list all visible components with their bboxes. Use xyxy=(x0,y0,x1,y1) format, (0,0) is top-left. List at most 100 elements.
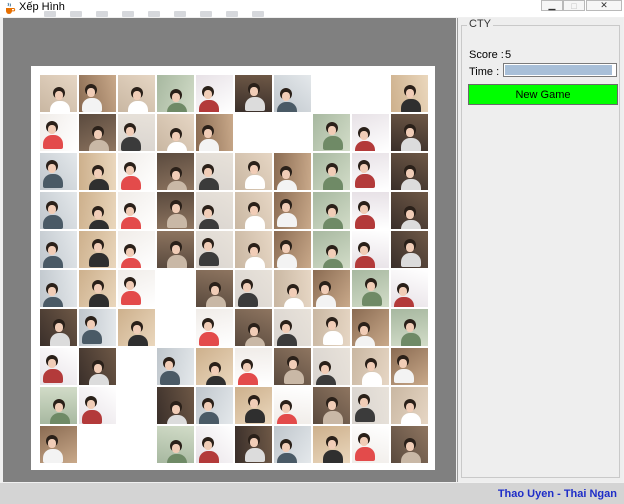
puzzle-tile[interactable] xyxy=(78,386,117,425)
empty-cell[interactable] xyxy=(273,113,312,152)
puzzle-tile[interactable] xyxy=(234,74,273,113)
puzzle-tile[interactable] xyxy=(234,308,273,347)
puzzle-tile[interactable] xyxy=(390,152,429,191)
puzzle-tile[interactable] xyxy=(390,386,429,425)
puzzle-tile[interactable] xyxy=(78,230,117,269)
maximize-button[interactable]: □ xyxy=(563,0,585,11)
empty-cell[interactable] xyxy=(156,308,195,347)
puzzle-tile[interactable] xyxy=(39,152,78,191)
empty-cell[interactable] xyxy=(117,347,156,386)
puzzle-tile[interactable] xyxy=(78,152,117,191)
empty-cell[interactable] xyxy=(234,113,273,152)
puzzle-tile[interactable] xyxy=(390,425,429,464)
puzzle-tile[interactable] xyxy=(312,308,351,347)
puzzle-tile[interactable] xyxy=(39,269,78,308)
puzzle-tile[interactable] xyxy=(39,425,78,464)
puzzle-tile[interactable] xyxy=(234,425,273,464)
puzzle-tile[interactable] xyxy=(39,191,78,230)
puzzle-tile[interactable] xyxy=(156,152,195,191)
puzzle-tile[interactable] xyxy=(351,386,390,425)
empty-cell[interactable] xyxy=(156,269,195,308)
puzzle-tile[interactable] xyxy=(234,386,273,425)
puzzle-tile[interactable] xyxy=(156,74,195,113)
puzzle-tile[interactable] xyxy=(117,308,156,347)
puzzle-tile[interactable] xyxy=(195,152,234,191)
empty-cell[interactable] xyxy=(78,425,117,464)
puzzle-tile[interactable] xyxy=(156,191,195,230)
puzzle-tile[interactable] xyxy=(195,74,234,113)
puzzle-tile[interactable] xyxy=(273,386,312,425)
puzzle-tile[interactable] xyxy=(390,230,429,269)
empty-cell[interactable] xyxy=(117,386,156,425)
puzzle-tile[interactable] xyxy=(195,191,234,230)
puzzle-tile[interactable] xyxy=(351,230,390,269)
puzzle-tile[interactable] xyxy=(195,347,234,386)
puzzle-tile[interactable] xyxy=(117,230,156,269)
puzzle-tile[interactable] xyxy=(312,269,351,308)
puzzle-tile[interactable] xyxy=(273,269,312,308)
minimize-button[interactable]: ▁ xyxy=(541,0,563,11)
empty-cell[interactable] xyxy=(117,425,156,464)
puzzle-tile[interactable] xyxy=(156,425,195,464)
puzzle-tile[interactable] xyxy=(390,308,429,347)
puzzle-tile[interactable] xyxy=(234,191,273,230)
empty-cell[interactable] xyxy=(351,74,390,113)
puzzle-tile[interactable] xyxy=(39,386,78,425)
puzzle-tile[interactable] xyxy=(39,347,78,386)
puzzle-tile[interactable] xyxy=(156,113,195,152)
puzzle-tile[interactable] xyxy=(78,269,117,308)
puzzle-tile[interactable] xyxy=(195,269,234,308)
puzzle-tile[interactable] xyxy=(312,230,351,269)
puzzle-tile[interactable] xyxy=(234,269,273,308)
puzzle-tile[interactable] xyxy=(78,347,117,386)
puzzle-tile[interactable] xyxy=(78,113,117,152)
puzzle-tile[interactable] xyxy=(117,191,156,230)
puzzle-tile[interactable] xyxy=(195,386,234,425)
empty-cell[interactable] xyxy=(312,74,351,113)
puzzle-tile[interactable] xyxy=(39,74,78,113)
puzzle-tile[interactable] xyxy=(39,230,78,269)
puzzle-tile[interactable] xyxy=(351,347,390,386)
puzzle-tile[interactable] xyxy=(156,230,195,269)
puzzle-tile[interactable] xyxy=(156,386,195,425)
puzzle-tile[interactable] xyxy=(390,347,429,386)
puzzle-tile[interactable] xyxy=(234,152,273,191)
puzzle-tile[interactable] xyxy=(312,425,351,464)
puzzle-tile[interactable] xyxy=(390,113,429,152)
puzzle-tile[interactable] xyxy=(273,230,312,269)
puzzle-tile[interactable] xyxy=(390,191,429,230)
puzzle-tile[interactable] xyxy=(273,152,312,191)
puzzle-tile[interactable] xyxy=(78,191,117,230)
puzzle-tile[interactable] xyxy=(195,113,234,152)
puzzle-tile[interactable] xyxy=(312,152,351,191)
puzzle-tile[interactable] xyxy=(390,269,429,308)
puzzle-tile[interactable] xyxy=(351,191,390,230)
puzzle-tile[interactable] xyxy=(117,74,156,113)
puzzle-tile[interactable] xyxy=(273,74,312,113)
puzzle-tile[interactable] xyxy=(78,308,117,347)
puzzle-tile[interactable] xyxy=(78,74,117,113)
puzzle-tile[interactable] xyxy=(39,308,78,347)
puzzle-tile[interactable] xyxy=(117,269,156,308)
puzzle-tile[interactable] xyxy=(195,308,234,347)
puzzle-tile[interactable] xyxy=(351,269,390,308)
puzzle-tile[interactable] xyxy=(390,74,429,113)
puzzle-tile[interactable] xyxy=(234,230,273,269)
puzzle-tile[interactable] xyxy=(351,425,390,464)
puzzle-tile[interactable] xyxy=(273,308,312,347)
puzzle-tile[interactable] xyxy=(351,308,390,347)
puzzle-tile[interactable] xyxy=(117,113,156,152)
puzzle-tile[interactable] xyxy=(234,347,273,386)
puzzle-tile[interactable] xyxy=(195,230,234,269)
puzzle-tile[interactable] xyxy=(351,113,390,152)
close-button[interactable]: ✕ xyxy=(586,0,622,11)
puzzle-tile[interactable] xyxy=(312,347,351,386)
puzzle-tile[interactable] xyxy=(273,347,312,386)
puzzle-tile[interactable] xyxy=(156,347,195,386)
puzzle-tile[interactable] xyxy=(273,425,312,464)
puzzle-tile[interactable] xyxy=(312,113,351,152)
puzzle-tile[interactable] xyxy=(39,113,78,152)
puzzle-tile[interactable] xyxy=(273,191,312,230)
puzzle-tile[interactable] xyxy=(117,152,156,191)
new-game-button[interactable]: New Game xyxy=(468,84,618,105)
